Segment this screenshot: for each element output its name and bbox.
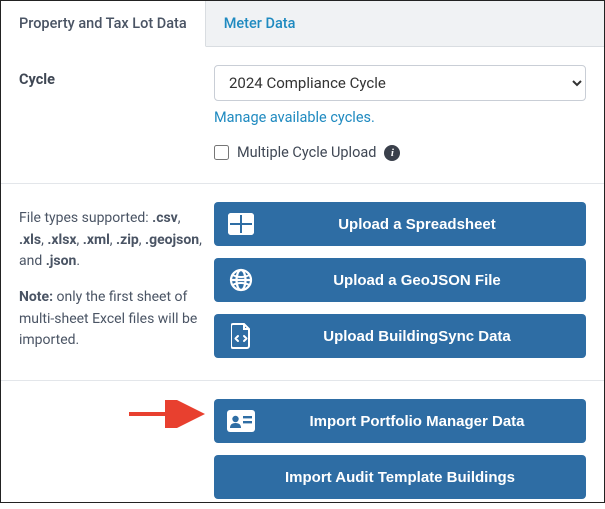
file-code-icon <box>214 323 268 349</box>
note-text: Note: only the first sheet of multi-shee… <box>19 287 204 352</box>
upload-geojson-label: Upload a GeoJSON File <box>268 272 586 289</box>
multiple-cycle-checkbox[interactable] <box>214 145 229 160</box>
cycle-section: Cycle 2024 Compliance Cycle Manage avail… <box>1 47 604 184</box>
info-icon[interactable]: i <box>384 145 400 161</box>
import-audit-label: Import Audit Template Buildings <box>214 469 586 486</box>
cycle-select[interactable]: 2024 Compliance Cycle <box>214 65 586 101</box>
tab-meter-data[interactable]: Meter Data <box>206 1 314 46</box>
import-pm-label: Import Portfolio Manager Data <box>268 413 586 430</box>
import-audit-template-button[interactable]: Import Audit Template Buildings <box>214 455 586 499</box>
tab-property-tax-lot[interactable]: Property and Tax Lot Data <box>1 1 206 47</box>
upload-buildingsync-label: Upload BuildingSync Data <box>268 328 586 345</box>
multiple-cycle-label: Multiple Cycle Upload <box>237 144 376 161</box>
globe-icon <box>214 268 268 292</box>
file-types-text: File types supported: .csv, .xls, .xlsx,… <box>19 208 204 273</box>
id-card-icon <box>214 410 268 432</box>
import-portfolio-manager-button[interactable]: Import Portfolio Manager Data <box>214 399 586 443</box>
import-section: Import Portfolio Manager Data Import Aud… <box>1 381 604 509</box>
upload-buildingsync-button[interactable]: Upload BuildingSync Data <box>214 314 586 358</box>
upload-spreadsheet-label: Upload a Spreadsheet <box>268 216 586 233</box>
upload-spreadsheet-button[interactable]: Upload a Spreadsheet <box>214 202 586 246</box>
import-panel: Property and Tax Lot Data Meter Data Cyc… <box>0 0 605 503</box>
table-icon <box>214 213 268 235</box>
upload-section: File types supported: .csv, .xls, .xlsx,… <box>1 184 604 381</box>
cycle-label: Cycle <box>19 71 204 88</box>
manage-cycles-link[interactable]: Manage available cycles. <box>214 109 375 126</box>
tab-bar: Property and Tax Lot Data Meter Data <box>1 1 604 47</box>
upload-geojson-button[interactable]: Upload a GeoJSON File <box>214 258 586 302</box>
